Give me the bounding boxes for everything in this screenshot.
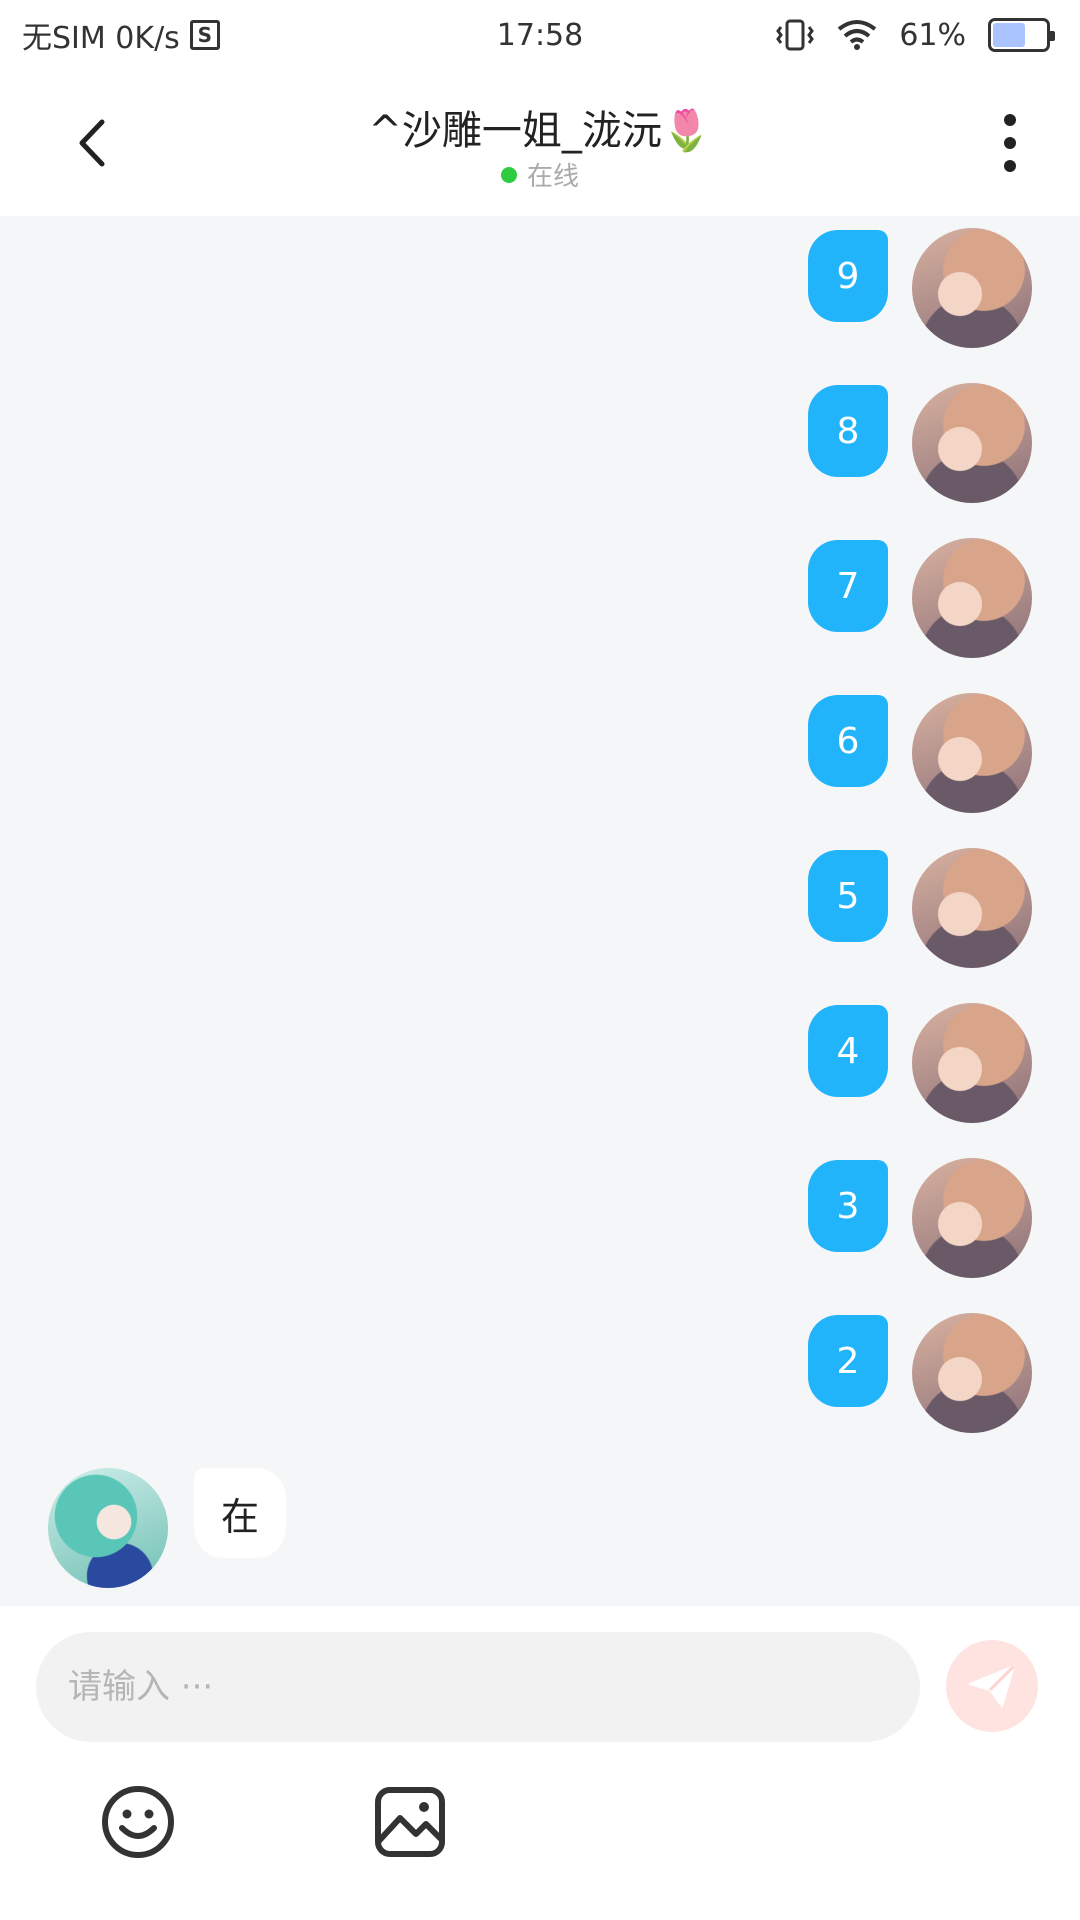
message-outgoing: 9 xyxy=(808,228,1032,348)
message-bubble[interactable]: 4 xyxy=(808,1005,888,1097)
chat-header: ^沙雕一姐_泷沅🌷 在线 xyxy=(0,70,1080,216)
status-right: 61% xyxy=(775,17,1055,53)
sim-icon: S xyxy=(189,20,220,50)
wifi-icon xyxy=(838,20,877,50)
message-outgoing: 2 xyxy=(808,1313,1032,1433)
message-bubble[interactable]: 3 xyxy=(808,1160,888,1252)
vibrate-icon xyxy=(776,19,815,51)
message-bubble[interactable]: 7 xyxy=(808,540,888,632)
my-avatar[interactable] xyxy=(912,1158,1032,1278)
my-avatar[interactable] xyxy=(912,538,1032,658)
my-avatar[interactable] xyxy=(912,848,1032,968)
status-left: 无SIM 0K/s S xyxy=(22,13,220,57)
more-icon[interactable] xyxy=(980,108,1040,178)
battery-percent: 61% xyxy=(899,17,966,53)
image-icon[interactable] xyxy=(370,1782,450,1862)
chat-title: ^沙雕一姐_泷沅🌷 xyxy=(368,108,712,154)
message-outgoing: 3 xyxy=(808,1158,1032,1278)
composer xyxy=(0,1606,1080,1920)
message-incoming: 在 xyxy=(48,1468,286,1588)
carrier-text: 无SIM 0K/s xyxy=(22,21,180,56)
presence-label: 在线 xyxy=(526,162,579,192)
message-bubble[interactable]: 在 xyxy=(194,1468,286,1558)
message-outgoing: 4 xyxy=(808,1003,1032,1123)
message-outgoing: 5 xyxy=(808,848,1032,968)
battery-fill xyxy=(993,23,1025,47)
emoji-icon[interactable] xyxy=(98,1782,178,1862)
message-bubble[interactable]: 2 xyxy=(808,1315,888,1407)
battery-icon xyxy=(988,18,1055,52)
chat-screen: 无SIM 0K/s S 17:58 61% ^沙雕一姐_泷沅🌷 在线 9 8 7… xyxy=(0,0,1080,1920)
status-bar: 无SIM 0K/s S 17:58 61% xyxy=(0,0,1080,70)
online-dot-icon xyxy=(500,166,517,183)
message-list[interactable]: 9 8 7 6 5 4 3 2 在 xyxy=(0,216,1080,1606)
message-input[interactable] xyxy=(36,1632,920,1742)
my-avatar[interactable] xyxy=(912,693,1032,813)
presence-status: 在线 xyxy=(0,156,1080,193)
message-outgoing: 6 xyxy=(808,693,1032,813)
my-avatar[interactable] xyxy=(912,1003,1032,1123)
message-bubble[interactable]: 6 xyxy=(808,695,888,787)
message-outgoing: 8 xyxy=(808,383,1032,503)
message-bubble[interactable]: 9 xyxy=(808,230,888,322)
message-bubble[interactable]: 5 xyxy=(808,850,888,942)
message-bubble[interactable]: 8 xyxy=(808,385,888,477)
send-icon xyxy=(969,1664,1016,1707)
my-avatar[interactable] xyxy=(912,1313,1032,1433)
my-avatar[interactable] xyxy=(912,383,1032,503)
send-button[interactable] xyxy=(946,1640,1038,1732)
my-avatar[interactable] xyxy=(912,228,1032,348)
contact-avatar[interactable] xyxy=(48,1468,168,1588)
message-outgoing: 7 xyxy=(808,538,1032,658)
